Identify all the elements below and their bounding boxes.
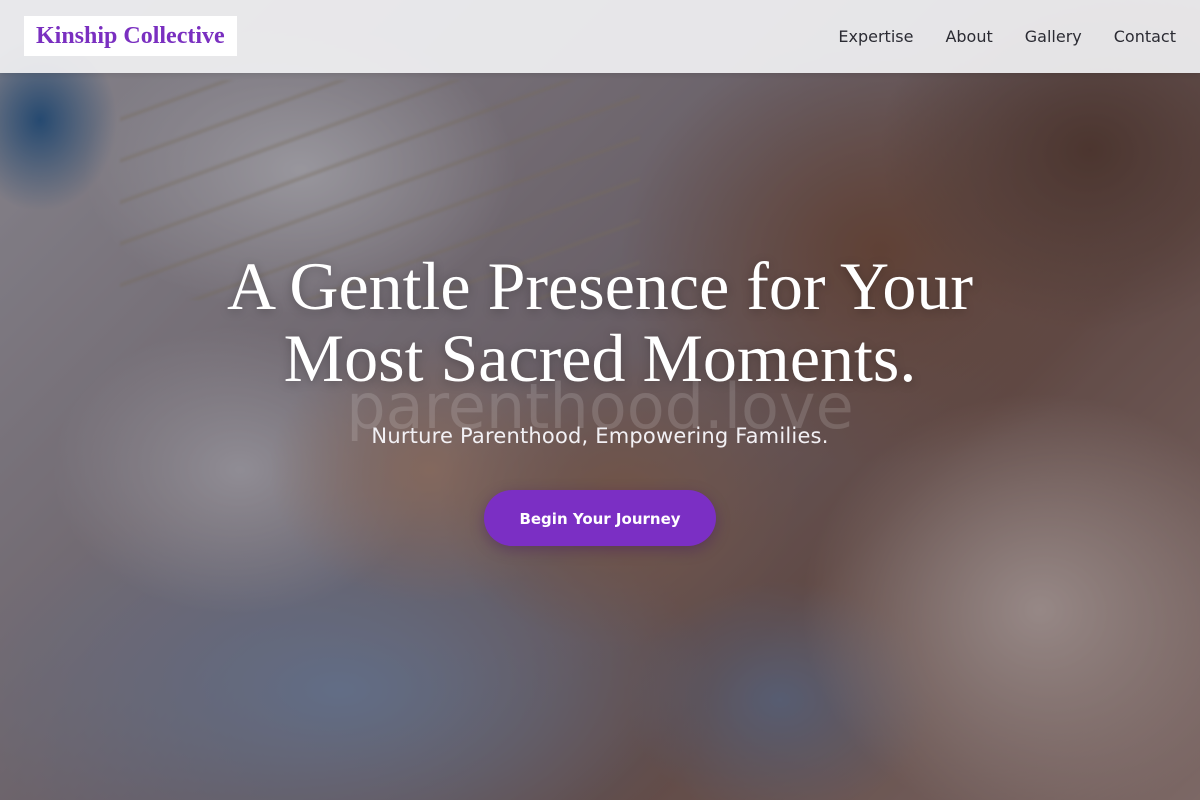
brand-logo-link[interactable]: Kinship Collective: [24, 16, 237, 56]
nav-link-about[interactable]: About: [945, 27, 992, 46]
hero-title: A Gentle Presence for Your Most Sacred M…: [150, 250, 1050, 394]
page: Kinship Collective Expertise About Galle…: [0, 0, 1200, 800]
hero-tagline: Nurture Parenthood, Empowering Families.: [371, 424, 829, 448]
hero-title-line-1: A Gentle Presence for Your: [227, 248, 973, 324]
nav-link-expertise[interactable]: Expertise: [838, 27, 913, 46]
hero-title-line-2: Most Sacred Moments.: [283, 320, 917, 396]
begin-journey-button[interactable]: Begin Your Journey: [484, 490, 716, 546]
nav-link-contact[interactable]: Contact: [1114, 27, 1176, 46]
site-header: Kinship Collective Expertise About Galle…: [0, 0, 1200, 73]
main-nav: Expertise About Gallery Contact: [838, 0, 1176, 73]
nav-link-gallery[interactable]: Gallery: [1025, 27, 1082, 46]
hero-section: parenthood.love A Gentle Presence for Yo…: [0, 250, 1200, 546]
